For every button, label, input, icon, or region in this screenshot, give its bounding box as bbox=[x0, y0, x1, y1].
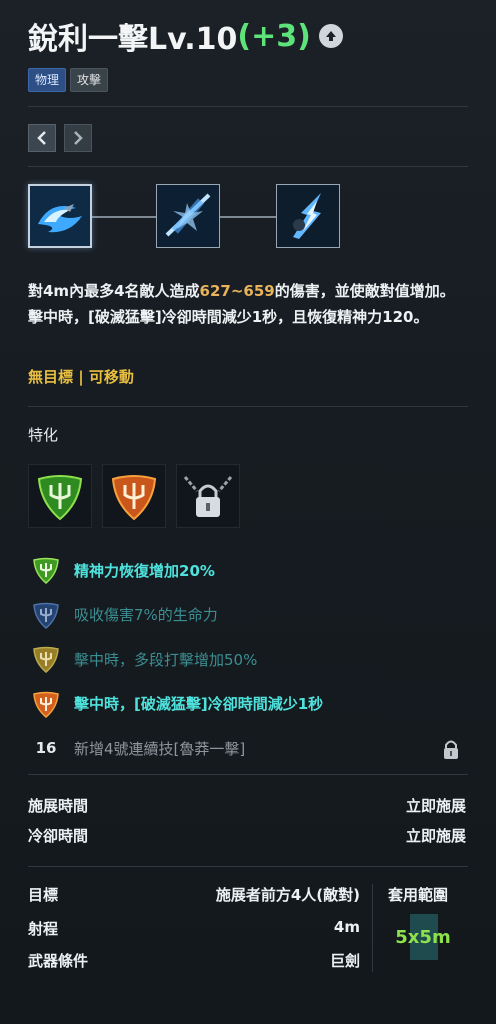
chain-connector bbox=[220, 216, 278, 218]
green-trident-shield-icon[interactable] bbox=[28, 464, 92, 528]
skill-tooltip-panel: 銳利一擊Lv.10 (+3) 物理 攻擊 對4m內最多4名敵人造成627~659… bbox=[0, 0, 496, 1024]
orange-trident-shield-icon bbox=[30, 688, 62, 720]
skill-level-bonus: (+3) bbox=[237, 18, 311, 54]
divider bbox=[28, 406, 468, 407]
skill-description: 對4m內最多4名敵人造成627~659的傷害，並使敵對值增加。擊中時，[破滅猛擊… bbox=[28, 278, 468, 330]
divider-vertical bbox=[372, 884, 373, 972]
next-button[interactable] bbox=[64, 124, 92, 152]
chevron-left-icon bbox=[37, 131, 46, 145]
chain-connector bbox=[92, 216, 158, 218]
weapon-label: 武器條件 bbox=[28, 952, 89, 970]
blue-trident-shield-icon bbox=[30, 599, 62, 631]
combo-skill-2-icon[interactable] bbox=[156, 184, 220, 248]
target-label: 目標 bbox=[28, 886, 59, 904]
specialization-effects: 精神力恢復增加20% 吸收傷害7%的生命力 擊中時，多段打擊增加50% 擊中時，… bbox=[30, 548, 470, 771]
yellow-trident-shield-icon bbox=[30, 643, 62, 675]
spec-effect-label: 精神力恢復增加20% bbox=[74, 561, 215, 580]
cooldown-value: 立即施展 bbox=[405, 827, 466, 845]
arrow-up-circle-icon[interactable] bbox=[318, 24, 343, 48]
spec-effect-2: 吸收傷害7%的生命力 bbox=[30, 593, 470, 638]
prev-button[interactable] bbox=[28, 124, 56, 152]
spec-effect-label: 擊中時，多段打擊增加50% bbox=[74, 650, 258, 669]
range-value: 4m bbox=[333, 918, 360, 936]
description-text: 對4m內最多4名敵人造成 bbox=[28, 282, 200, 300]
area-value: 5x5m bbox=[395, 926, 451, 948]
weapon-value: 巨劍 bbox=[329, 952, 360, 970]
divider bbox=[28, 866, 468, 867]
orange-trident-shield-icon[interactable] bbox=[102, 464, 166, 528]
padlock-chain-icon[interactable] bbox=[176, 464, 240, 528]
area-label: 套用範圍 bbox=[388, 886, 449, 904]
cooldown-label: 冷卻時間 bbox=[28, 827, 89, 845]
spec-effect-label: 吸收傷害7%的生命力 bbox=[74, 606, 218, 625]
divider bbox=[28, 166, 468, 167]
unlock-level: 16 bbox=[35, 739, 57, 758]
spec-effect-1: 精神力恢復增加20% bbox=[30, 548, 470, 593]
skill-name: 銳利一擊Lv.10 bbox=[28, 22, 238, 57]
combo-chain bbox=[28, 182, 348, 254]
divider bbox=[28, 106, 468, 107]
specialization-icons bbox=[28, 464, 240, 528]
spec-effect-3: 擊中時，多段打擊增加50% bbox=[30, 637, 470, 682]
tag-attack: 攻擊 bbox=[70, 68, 109, 92]
combo-skill-3-icon[interactable] bbox=[276, 184, 340, 248]
spec-effect-label: 擊中時，[破滅猛擊]冷卻時間減少1秒 bbox=[74, 695, 324, 714]
spec-effect-4: 擊中時，[破滅猛擊]冷卻時間減少1秒 bbox=[30, 682, 470, 727]
skill-title-row: 銳利一擊Lv.10 (+3) bbox=[28, 14, 343, 58]
target-value: 施展者前方4人(敵對) bbox=[215, 886, 360, 904]
tag-physical: 物理 bbox=[28, 68, 67, 92]
spec-effect-label: 新增4號連續技[魯莽一擊] bbox=[74, 739, 246, 758]
cast-time-value: 立即施展 bbox=[405, 797, 466, 815]
chevron-right-icon bbox=[74, 131, 83, 145]
damage-range: 627~659 bbox=[199, 282, 275, 300]
range-label: 射程 bbox=[28, 920, 59, 938]
divider bbox=[28, 774, 468, 775]
skill-attributes: 無目標 | 可移動 bbox=[28, 368, 134, 386]
cast-time-label: 施展時間 bbox=[28, 797, 89, 815]
spec-effect-locked: 16 新增4號連續技[魯莽一擊] bbox=[30, 726, 470, 771]
specialization-title: 特化 bbox=[28, 426, 59, 444]
skill-tags: 物理 攻擊 bbox=[28, 68, 109, 92]
padlock-icon bbox=[442, 738, 460, 764]
area-of-effect: 5x5m bbox=[392, 914, 454, 960]
skill-nav bbox=[28, 124, 92, 152]
green-trident-shield-icon bbox=[30, 554, 62, 586]
combo-skill-1-icon[interactable] bbox=[28, 184, 92, 248]
